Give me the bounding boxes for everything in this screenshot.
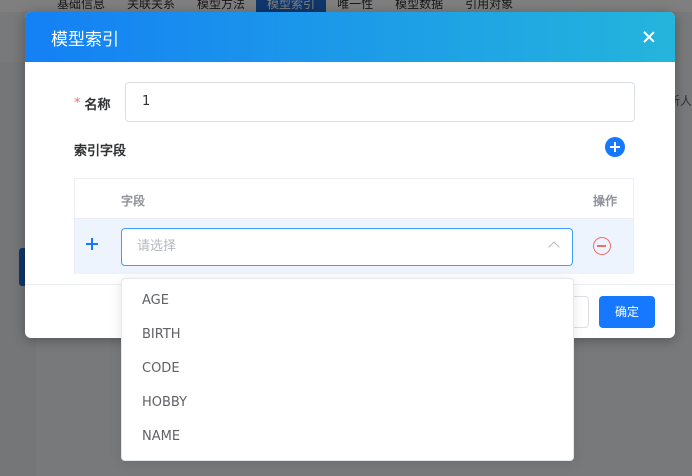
field-select-placeholder: 请选择 (137, 239, 177, 254)
chevron-up-icon (548, 241, 560, 253)
field-select[interactable]: 请选择 (121, 228, 573, 266)
column-header-field: 字段 (121, 194, 146, 208)
plus-circle-icon[interactable] (605, 137, 625, 157)
dropdown-option-code[interactable]: CODE (122, 352, 573, 386)
minus-circle-icon[interactable] (593, 237, 611, 255)
dropdown-option-name[interactable]: NAME (122, 420, 573, 454)
confirm-button[interactable]: 确定 (599, 296, 655, 328)
name-input[interactable]: 1 (125, 82, 635, 122)
drag-move-icon[interactable] (86, 238, 98, 250)
dialog-header: 模型索引 (25, 12, 675, 62)
index-fields-label: 索引字段 (74, 144, 127, 159)
dialog-title: 模型索引 (51, 29, 119, 50)
column-header-actions: 操作 (593, 194, 618, 208)
dropdown-option-hobby[interactable]: HOBBY (122, 386, 573, 420)
table-row: 请选择 (75, 219, 633, 274)
name-label: 名称 (84, 98, 111, 113)
table-header: 字段 操作 (75, 179, 633, 219)
name-form-row: * 名称 (74, 94, 111, 113)
dropdown-option-age[interactable]: AGE (122, 284, 573, 318)
required-mark: * (74, 96, 81, 111)
index-fields-table: 字段 操作 请选择 (74, 178, 634, 274)
field-select-dropdown: AGE BIRTH CODE HOBBY NAME (121, 278, 574, 461)
close-icon[interactable] (641, 29, 657, 45)
dropdown-option-birth[interactable]: BIRTH (122, 318, 573, 352)
